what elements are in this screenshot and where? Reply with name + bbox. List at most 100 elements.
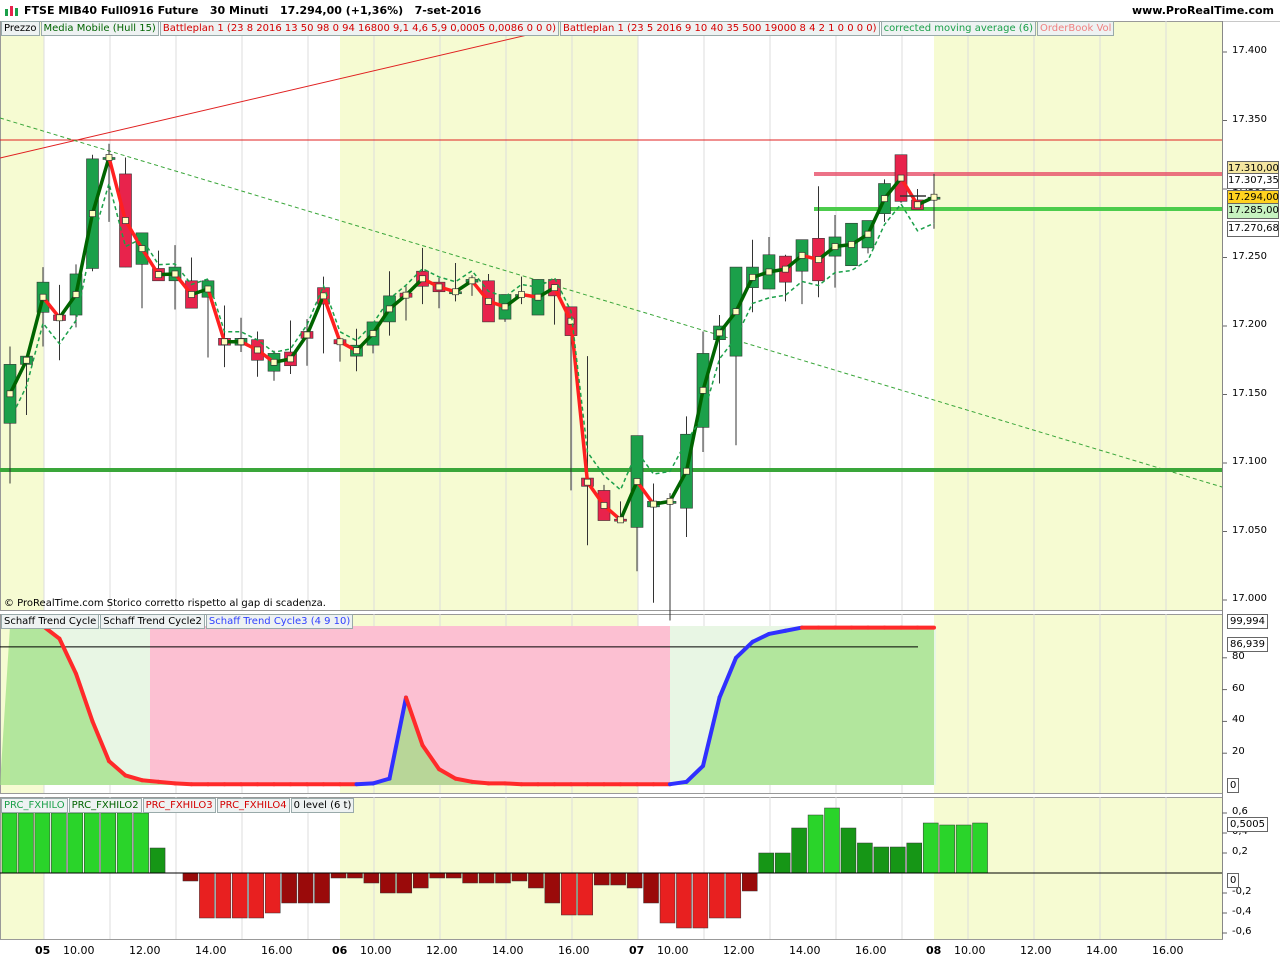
fxhilo-bar — [511, 872, 528, 882]
price-marker-box: 17.307,35 — [1227, 173, 1279, 189]
fxhilo-bar — [577, 872, 593, 916]
fxhilo-bar — [659, 872, 676, 924]
fxhilo-bar — [791, 827, 807, 874]
hull-ma-dot — [765, 268, 773, 276]
hull-ma-dot — [600, 502, 608, 509]
time-axis-label: 07 — [629, 944, 645, 957]
time-axis-label: 05 — [35, 944, 51, 957]
fxhilo-value-box: 0 — [1227, 873, 1240, 888]
fxhilo-bar — [116, 812, 133, 874]
fxhilo-bar — [18, 812, 34, 874]
price-legend-item[interactable]: Battleplan 1 (23 8 2016 13 50 98 0 94 16… — [159, 21, 559, 36]
fxhilo-bar — [445, 872, 462, 879]
axis-tick-label: 0,6 — [1232, 806, 1248, 817]
fxhilo-bar — [462, 872, 478, 884]
hull-ma-dot — [105, 154, 113, 161]
hull-ma-dot — [617, 516, 624, 524]
hull-ma-dot — [237, 338, 245, 346]
fxhilo-legend-item[interactable]: 0 level (6 t) — [290, 798, 355, 813]
price-legend-item[interactable]: Media Mobile (Hull 15) — [40, 21, 159, 36]
time-axis-label: 06 — [332, 944, 348, 957]
fxhilo-bar — [429, 872, 445, 879]
schaff-value-box: 99,994 — [1227, 614, 1268, 629]
time-axis-label: 16.00 — [855, 944, 887, 957]
hull-ma-dot — [501, 303, 509, 311]
fxhilo-bar — [890, 846, 906, 874]
schaff-line-segment — [354, 781, 375, 787]
fxhilo-value-box: 0,5005 — [1227, 817, 1268, 832]
hull-ma-dot — [435, 283, 443, 291]
hull-ma-dot — [485, 297, 492, 305]
schaff-legend-item[interactable]: Schaff Trend Cycle — [1, 614, 100, 629]
hull-ma-dot — [204, 285, 212, 293]
hull-ma-segment — [684, 388, 705, 473]
fxhilo-legend-item[interactable]: PRC_FXHILO4 — [216, 798, 290, 813]
fxhilo-bar — [709, 872, 725, 919]
fxhilo-bar — [84, 812, 100, 874]
fxhilo-legend-item[interactable]: PRC_FXHILO3 — [142, 798, 216, 813]
fxhilo-bar — [906, 842, 922, 874]
price-legend-item[interactable]: Prezzo — [1, 21, 40, 36]
axis-tick-label: 17.050 — [1232, 524, 1267, 536]
schaff-line-segment — [173, 781, 194, 787]
schaff-legend: Schaff Trend Cycle Schaff Trend Cycle2 Sch… — [1, 614, 354, 629]
time-axis-label: 14.00 — [492, 944, 524, 957]
fxhilo-bar — [972, 822, 988, 874]
hull-ma-dot — [815, 256, 822, 263]
fxhilo-bar — [248, 872, 264, 919]
price-legend-item[interactable]: corrected moving average (6) — [880, 21, 1036, 36]
hull-ma-dot — [303, 331, 311, 339]
schaff-legend-item[interactable]: Schaff Trend Cycle3 (4 9 10) — [205, 614, 354, 629]
axis-tick-label: 17.350 — [1232, 113, 1267, 125]
time-axis-label: 10.00 — [360, 944, 392, 957]
fxhilo-bar — [840, 827, 857, 874]
time-axis-label: 14.00 — [1086, 944, 1118, 957]
hull-ma-dot — [171, 270, 179, 278]
fxhilo-legend-item[interactable]: PRC_FXHILO2 — [68, 798, 142, 813]
price-legend: Prezzo Media Mobile (Hull 15) Battleplan 1… — [1, 21, 1115, 36]
hull-ma-dot — [551, 284, 558, 291]
fxhilo-bar — [873, 846, 890, 874]
fxhilo-bar — [561, 872, 577, 916]
fxhilo-bar — [149, 847, 166, 874]
schaff-line-segment — [156, 779, 177, 786]
fxhilo-bar — [1, 812, 18, 874]
fxhilo-bar — [742, 872, 758, 892]
hull-ma-dot — [39, 293, 47, 301]
axis-tick-label: 0,2 — [1232, 846, 1248, 857]
hull-ma-dot — [798, 252, 806, 259]
hull-ma-dot — [6, 390, 14, 398]
price-chart-canvas[interactable] — [0, 0, 1280, 960]
axis-tick-label: 17.250 — [1232, 250, 1267, 262]
price-legend-item[interactable]: Battleplan 1 (23 5 2016 9 10 40 35 500 1… — [559, 21, 880, 36]
fxhilo-bar — [34, 812, 51, 874]
hull-ma-dot — [254, 346, 261, 354]
hull-ma-dot — [287, 355, 294, 363]
hull-ma-segment — [206, 287, 227, 344]
time-axis-label: 12.00 — [129, 944, 161, 957]
hull-ma-dot — [848, 241, 855, 248]
fxhilo-bar — [495, 872, 511, 884]
fxhilo-bar — [955, 824, 972, 874]
hull-ma-dot — [749, 274, 756, 281]
fxhilo-legend: PRC_FXHILO PRC_FXHILO2 PRC_FXHILO3 PRC_FXHI… — [1, 798, 355, 813]
fxhilo-legend-item[interactable]: PRC_FXHILO — [1, 798, 68, 813]
hull-ma-dot — [666, 498, 674, 505]
hull-ma-dot — [897, 174, 905, 182]
axis-tick-label: 60 — [1232, 682, 1245, 694]
hull-ma-dot — [188, 291, 195, 298]
axis-tick-label: 17.000 — [1232, 593, 1267, 604]
hull-ma-dot — [584, 478, 591, 486]
time-axis-label: 12.00 — [426, 944, 458, 957]
fxhilo-bar — [380, 872, 396, 894]
price-legend-item[interactable]: OrderBook Vol — [1036, 21, 1115, 36]
axis-tick-label: 17.100 — [1232, 456, 1267, 467]
fxhilo-bar — [939, 824, 955, 874]
fxhilo-bar — [314, 872, 330, 904]
fxhilo-bar — [807, 814, 824, 874]
copyright-note: © ProRealTime.com Storico corretto rispe… — [4, 598, 326, 609]
hull-ma-dot — [270, 358, 278, 366]
hull-ma-dot — [716, 329, 723, 337]
fxhilo-bar — [824, 807, 840, 874]
schaff-legend-item[interactable]: Schaff Trend Cycle2 — [100, 614, 205, 629]
